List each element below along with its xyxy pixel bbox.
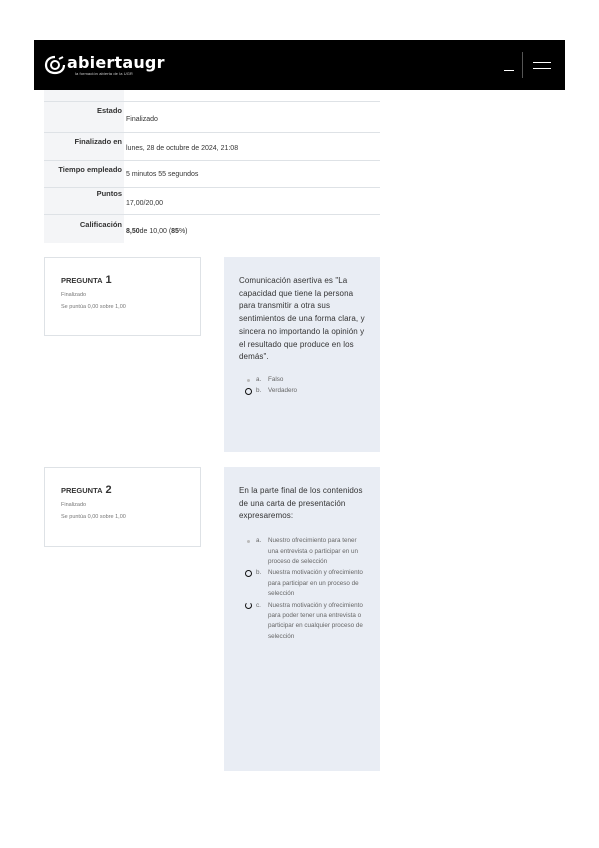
summary-row-points: Puntos 17,00/20,00: [44, 188, 380, 215]
summary-value: 5 minutos 55 segundos: [126, 170, 199, 178]
site-logo[interactable]: abiertaugr la formación abierta de la UG…: [44, 52, 165, 76]
summary-value: Finalizado: [126, 115, 158, 123]
summary-label: Estado: [44, 102, 124, 132]
radio-selected-icon[interactable]: [239, 386, 256, 396]
answer-option[interactable]: a. Nuestro ofrecimiento para tener una e…: [239, 536, 366, 567]
summary-row-finished: Finalizado en lunes, 28 de octubre de 20…: [44, 133, 380, 161]
summary-row-grade: Calificación 8,50 de 10,00 (85%): [44, 215, 380, 243]
summary-value: 8,50 de 10,00 (85%): [126, 227, 188, 235]
answer-list: a. Nuestro ofrecimiento para tener una e…: [239, 536, 366, 642]
logo-name: abiertaugr: [67, 52, 165, 72]
attempt-summary-table: Estado Finalizado Finalizado en lunes, 2…: [44, 90, 380, 243]
question-text: En la parte final de los contenidos de u…: [239, 486, 363, 521]
divider: [522, 52, 523, 78]
top-bar: abiertaugr la formación abierta de la UG…: [34, 40, 565, 90]
logo-mark-icon: [44, 55, 66, 75]
summary-value: 17,00/20,00: [126, 199, 163, 207]
summary-row-time: Tiempo empleado 5 minutos 55 segundos: [44, 161, 380, 188]
radio-selected-icon[interactable]: [239, 601, 256, 611]
question-status: Finalizado: [61, 292, 87, 298]
question-label: PREGUNTA: [61, 486, 103, 495]
question-content-2: En la parte final de los contenidos de u…: [224, 467, 380, 771]
question-label: PREGUNTA: [61, 276, 103, 285]
answer-option[interactable]: c. Nuestra motivación y ofrecimiento par…: [239, 601, 366, 643]
answer-option[interactable]: b. Verdadero: [239, 386, 366, 396]
question-grade: Se puntúa 0,00 sobre 1,00: [61, 514, 126, 520]
radio-selected-icon[interactable]: [239, 568, 256, 578]
grade-value: 8,50: [126, 227, 140, 235]
radio-unselected-icon[interactable]: [239, 536, 256, 546]
question-grade: Se puntúa 0,00 sobre 1,00: [61, 304, 126, 310]
summary-row-cut: [44, 90, 380, 102]
question-number: 1: [105, 274, 112, 286]
question-number: 2: [105, 484, 112, 496]
summary-label: Tiempo empleado: [44, 161, 124, 187]
radio-unselected-icon[interactable]: [239, 375, 256, 385]
summary-label: Puntos: [44, 188, 124, 214]
question-info-1: PREGUNTA 1 Finalizado Se puntúa 0,00 sob…: [44, 257, 201, 336]
summary-label: Calificación: [44, 215, 124, 243]
summary-row-state: Estado Finalizado: [44, 102, 380, 133]
answer-list: a. Falso b. Verdadero: [239, 375, 366, 397]
question-status: Finalizado: [61, 502, 87, 508]
grade-percent: 85: [171, 227, 179, 235]
logo-tagline: la formación abierta de la UGR: [75, 70, 133, 76]
answer-option[interactable]: b. Nuestra motivación y ofrecimiento par…: [239, 568, 366, 599]
menu-icon[interactable]: [533, 61, 551, 70]
question-text: Comunicación asertiva es "La capacidad q…: [239, 276, 365, 362]
summary-value: lunes, 28 de octubre de 2024, 21:08: [126, 145, 239, 152]
minimize-icon[interactable]: [504, 69, 514, 71]
question-info-2: PREGUNTA 2 Finalizado Se puntúa 0,00 sob…: [44, 467, 201, 547]
answer-option[interactable]: a. Falso: [239, 375, 366, 385]
question-content-1: Comunicación asertiva es "La capacidad q…: [224, 257, 380, 452]
summary-label: Finalizado en: [44, 133, 124, 160]
